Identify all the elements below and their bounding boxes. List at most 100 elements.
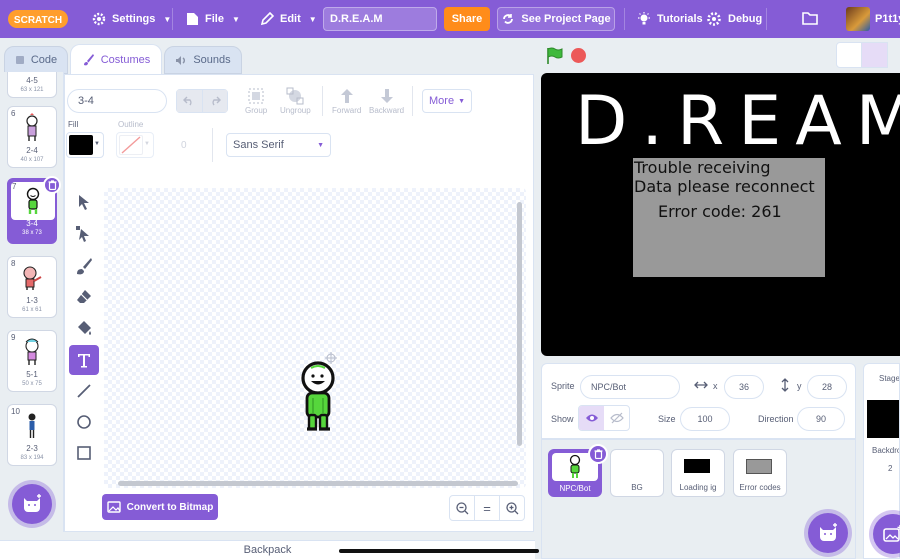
circle-tool[interactable] [69,407,99,437]
rectangle-tool[interactable] [69,438,99,468]
forward-label: Forward [332,106,362,115]
tab-costumes-label: Costumes [100,53,151,66]
font-select[interactable]: Sans Serif ▼ [226,133,331,157]
fill-tool[interactable] [69,313,99,343]
size-input[interactable]: 100 [680,407,730,431]
costume-thumbnail [10,333,54,371]
large-stage-button[interactable] [862,42,888,68]
choose-costume-button[interactable] [12,484,52,524]
outline-swatch [119,135,143,155]
tab-costumes[interactable]: Costumes [70,44,162,74]
choose-sprite-button[interactable] [808,513,848,553]
tab-code[interactable]: Code [4,46,68,74]
stop-button[interactable] [570,47,587,67]
rectangle-icon [77,446,91,460]
green-flag-button[interactable] [545,47,563,68]
show-label: Show [551,414,574,424]
redo-button[interactable] [201,90,227,112]
fill-color-picker[interactable]: ▼ [66,132,104,158]
convert-to-bitmap-label: Convert to Bitmap [126,501,214,513]
backward-button[interactable]: Backward [369,86,404,115]
canvas-vertical-scrollbar[interactable] [517,202,522,446]
cat-add-icon [820,523,837,541]
zoom-in-button[interactable] [499,496,524,520]
file-icon [187,13,198,25]
costume-item[interactable]: 4-5 63 x 121 [7,72,57,98]
undo-button[interactable] [177,90,202,112]
costume-item[interactable]: 8 1-3 61 x 61 [7,256,57,318]
sprite-name: NPC/Bot [559,484,591,493]
sprite-item[interactable]: BG [610,449,664,497]
costume-thumbnail [10,259,54,297]
brush-tool[interactable] [69,251,99,281]
see-project-page-button[interactable]: See Project Page [497,7,615,31]
tab-sounds[interactable]: Sounds [164,46,242,74]
stage-panel-label: Stage [879,374,900,383]
sprite-item[interactable]: Loading ig [671,449,725,497]
canvas-horizontal-scrollbar[interactable] [118,481,518,486]
zoom-out-button[interactable] [450,496,474,520]
more-menu-button[interactable]: More ▼ [422,89,472,113]
trash-icon [594,449,602,459]
outline-color-picker[interactable]: ▼ [116,132,154,158]
y-input[interactable]: 28 [807,375,847,399]
tutorials-menu[interactable]: Tutorials [637,0,703,38]
share-button[interactable]: Share [444,7,490,31]
group-button[interactable]: Group [245,86,267,115]
outline-label: Outline [118,120,144,129]
ungroup-button[interactable]: Ungroup [280,86,311,115]
sprite-thumbnail [736,452,782,480]
line-tool[interactable] [69,376,99,406]
costume-item[interactable]: 10 2-3 83 x 194 [7,404,57,466]
show-hidden-button[interactable] [604,406,629,430]
text-tool[interactable] [69,345,99,375]
delete-costume-button[interactable] [43,176,61,194]
eraser-tool[interactable] [69,282,99,312]
show-toggle [578,405,630,431]
select-tool[interactable] [69,187,99,217]
sprite-name-input[interactable]: NPC/Bot [580,375,680,399]
tutorials-label: Tutorials [657,13,703,25]
scratch-logo[interactable]: SCRATCH [8,8,68,30]
delete-sprite-button[interactable] [588,444,608,464]
forward-button[interactable]: Forward [332,86,361,115]
direction-input[interactable]: 90 [797,407,845,431]
error-line-2: Data please reconnect [634,177,815,196]
settings-label: Settings [112,13,156,25]
zoom-out-icon [455,501,468,514]
zoom-reset-button[interactable]: = [474,496,499,520]
small-stage-button[interactable] [836,42,862,68]
brush-icon [77,258,92,275]
reshape-tool[interactable] [69,219,99,249]
outline-width-value[interactable]: 0 [181,140,187,151]
costume-item[interactable]: 6 2-4 40 x 107 [7,106,57,168]
debug-gear-icon [707,12,721,26]
costume-name-input[interactable]: 3-4 [67,89,167,113]
project-title-input[interactable]: D.R.E.A.M [323,7,437,31]
menu-divider [624,8,625,30]
caret-down-icon: ▼ [163,14,172,24]
debug-menu[interactable]: Debug [706,0,762,38]
folder-icon[interactable] [802,11,818,28]
costume-list[interactable]: 4-5 63 x 121 6 2-4 40 x 107 7 3-4 38 x 7… [0,72,64,532]
ungroup-label: Ungroup [280,106,311,115]
avatar[interactable] [846,7,870,31]
redo-icon [212,96,221,106]
drawing-canvas[interactable] [104,188,526,488]
username[interactable]: P1t1y [875,13,900,25]
costume-item[interactable]: 9 5-1 50 x 75 [7,330,57,392]
file-menu[interactable]: File ▼ [186,0,240,38]
loading-thumbnail [684,459,710,473]
arrow-pointer-icon [79,195,89,210]
edit-menu[interactable]: Edit ▼ [260,0,317,38]
costume-number: 6 [11,109,16,118]
sprite-item[interactable]: Error codes [733,449,787,497]
costume-number: 9 [11,333,16,342]
error-code-text: Error code: 261 [658,202,782,221]
costume-number: 8 [11,259,16,268]
convert-to-bitmap-button[interactable]: Convert to Bitmap [102,494,218,520]
settings-menu[interactable]: Settings ▼ [92,0,171,38]
show-visible-button[interactable] [579,406,604,430]
x-input[interactable]: 36 [724,375,764,399]
cat-add-icon [24,494,41,512]
